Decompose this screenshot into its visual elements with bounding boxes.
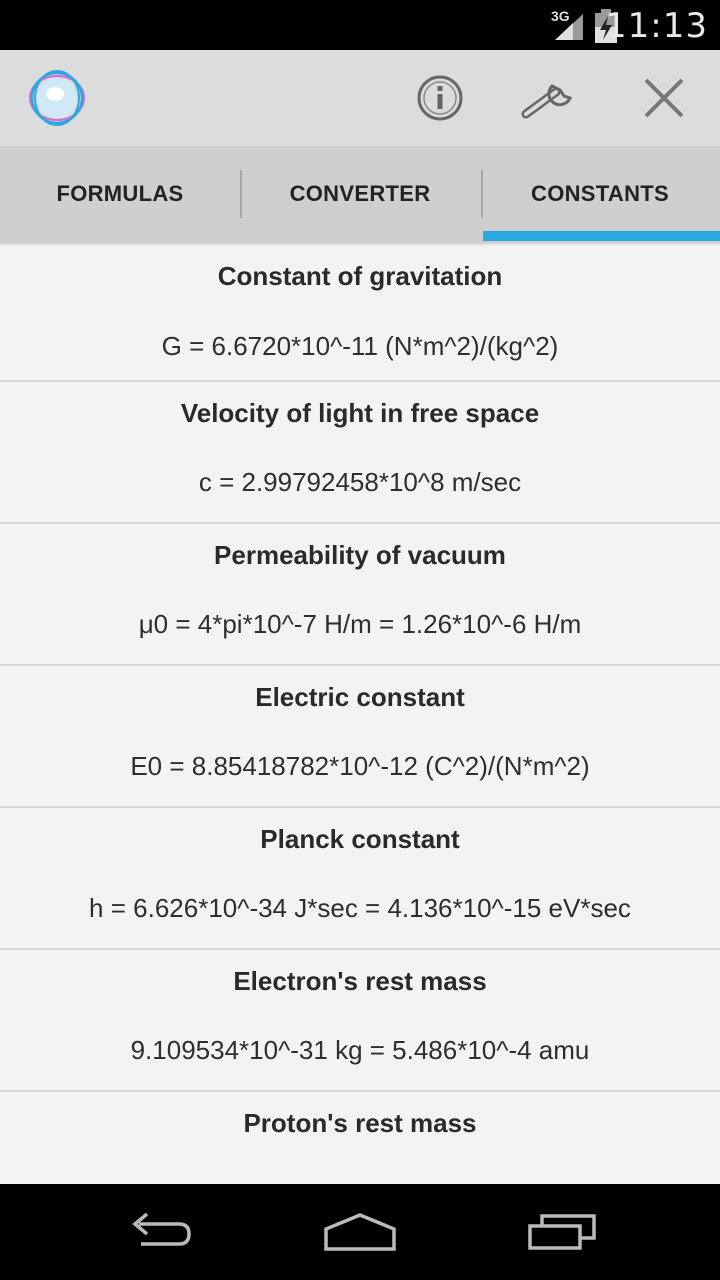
constant-title: Planck constant bbox=[260, 824, 460, 854]
constant-title: Proton's rest mass bbox=[243, 1108, 477, 1138]
constant-title: Permeability of vacuum bbox=[214, 540, 506, 570]
list-item[interactable]: Planck constant h = 6.626*10^-34 J*sec =… bbox=[0, 808, 720, 950]
info-button[interactable] bbox=[410, 70, 470, 126]
atom-app-icon[interactable] bbox=[26, 67, 88, 129]
list-item[interactable]: Permeability of vacuum μ0 = 4*pi*10^-7 H… bbox=[0, 524, 720, 666]
home-icon bbox=[324, 1213, 396, 1251]
list-item[interactable]: Proton's rest mass bbox=[0, 1092, 720, 1184]
back-button[interactable] bbox=[115, 1204, 205, 1260]
settings-button[interactable] bbox=[520, 70, 580, 126]
tab-formulas[interactable]: FORMULAS bbox=[0, 146, 240, 242]
navigation-bar bbox=[0, 1184, 720, 1280]
tab-bar: FORMULAS CONVERTER CONSTANTS bbox=[0, 146, 720, 242]
selected-tab-indicator bbox=[483, 231, 720, 241]
constant-value: G = 6.6720*10^-11 (N*m^2)/(kg^2) bbox=[161, 331, 559, 361]
signal-icon bbox=[555, 14, 583, 40]
back-icon bbox=[132, 1212, 191, 1246]
list-item[interactable]: Velocity of light in free space c = 2.99… bbox=[0, 382, 720, 524]
info-icon bbox=[417, 75, 463, 121]
clock: 11:13 bbox=[605, 6, 708, 46]
status-bar: 3G 11:13 bbox=[0, 0, 720, 50]
constant-title: Electric constant bbox=[255, 682, 465, 712]
constants-list[interactable]: Constant of gravitation G = 6.6720*10^-1… bbox=[0, 246, 720, 1184]
wrench-icon bbox=[521, 84, 573, 119]
close-icon bbox=[644, 78, 684, 118]
recents-button[interactable] bbox=[517, 1204, 607, 1260]
close-button[interactable] bbox=[634, 70, 694, 126]
constant-value: μ0 = 4*pi*10^-7 H/m = 1.26*10^-6 H/m bbox=[138, 609, 582, 639]
list-item[interactable]: Electric constant E0 = 8.85418782*10^-12… bbox=[0, 666, 720, 808]
tab-converter[interactable]: CONVERTER bbox=[240, 146, 480, 242]
constant-value: 9.109534*10^-31 kg = 5.486*10^-4 amu bbox=[130, 1035, 590, 1065]
constant-value: h = 6.626*10^-34 J*sec = 4.136*10^-15 eV… bbox=[89, 893, 631, 923]
action-bar bbox=[0, 50, 720, 146]
list-item[interactable]: Constant of gravitation G = 6.6720*10^-1… bbox=[0, 246, 720, 382]
constant-value: c = 2.99792458*10^8 m/sec bbox=[198, 467, 522, 497]
constant-title: Electron's rest mass bbox=[233, 966, 487, 996]
constant-title: Constant of gravitation bbox=[217, 261, 503, 291]
recents-icon bbox=[528, 1214, 596, 1250]
constant-value: E0 = 8.85418782*10^-12 (C^2)/(N*m^2) bbox=[130, 751, 590, 781]
tab-constants[interactable]: CONSTANTS bbox=[480, 146, 720, 242]
home-button[interactable] bbox=[315, 1204, 405, 1260]
list-item[interactable]: Electron's rest mass 9.109534*10^-31 kg … bbox=[0, 950, 720, 1092]
constant-title: Velocity of light in free space bbox=[180, 398, 540, 428]
